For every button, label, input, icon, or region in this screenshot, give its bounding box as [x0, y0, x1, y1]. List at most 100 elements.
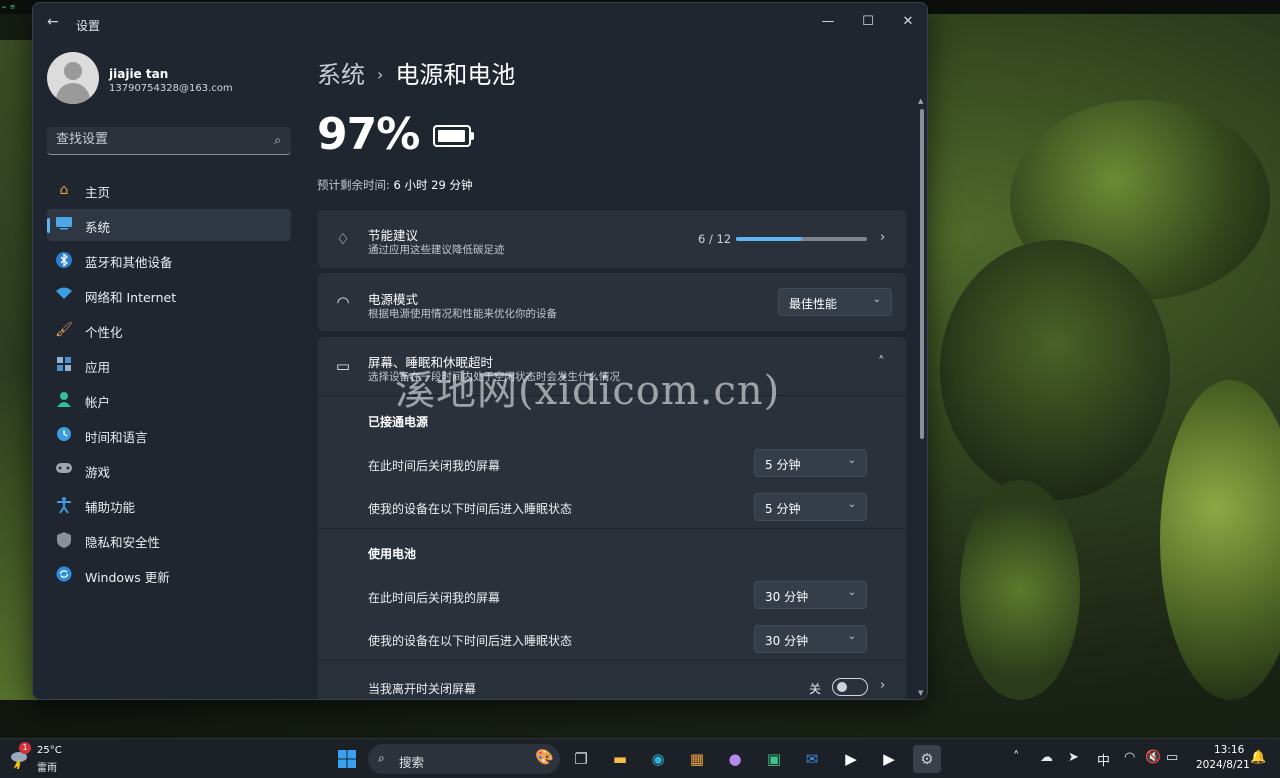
section-heading-on-battery: 使用电池	[368, 547, 417, 561]
wifi-icon[interactable]: ◠	[1124, 750, 1135, 765]
energy-recommendations-card[interactable]: ♢ 节能建议 通过应用这些建议降低碳足迹 6 / 12 ›	[318, 210, 906, 268]
battery-sleep-timeout-select[interactable]: 30 分钟 ⌄	[754, 625, 867, 653]
taskbar: 1 25°C 雷雨 ⌕ 搜索 🎨 ❐ ▬ ◉ ▦ ● ▣ ✉ ▶ ▶ ⚙ ˄ ☁…	[0, 738, 1280, 778]
title-bar: ← 设置 — ☐ ✕	[33, 3, 927, 43]
avatar-head-shape	[64, 62, 82, 80]
sidebar-item-home[interactable]: ⌂ 主页	[47, 174, 291, 206]
progress-bar	[736, 237, 867, 241]
screen-sleep-icon: ▭	[335, 357, 351, 375]
sidebar-item-label: 辅助功能	[85, 500, 136, 515]
chevron-down-icon: ⌄	[847, 455, 856, 466]
search-input[interactable]	[56, 132, 256, 147]
back-arrow-icon[interactable]: ←	[47, 14, 59, 30]
terminal-icon[interactable]: ▶	[837, 745, 865, 773]
wallpaper-rock	[940, 240, 1170, 500]
ime-indicator[interactable]: 中	[1097, 750, 1110, 769]
toggle-knob	[837, 682, 847, 692]
brush-icon: 🖌	[55, 322, 73, 338]
file-explorer-icon[interactable]: ▬	[606, 745, 634, 773]
sidebar-item-label: 帐户	[85, 395, 111, 410]
taskbar-search[interactable]: ⌕ 搜索 🎨	[368, 744, 560, 774]
wallpaper-rock	[960, 480, 1080, 700]
sidebar-item-label: 游戏	[85, 465, 111, 480]
onedrive-icon[interactable]: ☁	[1040, 750, 1053, 765]
sidebar-item-bluetooth[interactable]: 蓝牙和其他设备	[47, 244, 291, 276]
watermark: 溪地网(xidicom.cn)	[395, 368, 781, 414]
battery-level-fill	[438, 130, 465, 142]
clock-time[interactable]: 13:16	[1214, 744, 1244, 756]
power-mode-select[interactable]: 最佳性能 ⌄	[778, 288, 892, 316]
minimize-button[interactable]: —	[808, 9, 848, 35]
sidebar-item-personalization[interactable]: 🖌 个性化	[47, 314, 291, 346]
presence-label: 当我离开时关闭屏幕	[368, 682, 477, 696]
plugged-screen-timeout-select[interactable]: 5 分钟 ⌄	[754, 449, 867, 477]
weather-description: 雷雨	[37, 763, 57, 774]
sidebar-item-time-language[interactable]: 时间和语言	[47, 419, 291, 451]
leaf-icon: ♢	[336, 230, 350, 248]
scroll-thumb[interactable]	[920, 109, 924, 439]
battery-sleep-label: 使我的设备在以下时间后进入睡眠状态	[368, 634, 573, 648]
sidebar-item-system[interactable]: 系统	[47, 209, 291, 241]
notification-bell-icon[interactable]: 🔔	[1250, 750, 1266, 765]
outlook-icon[interactable]: ✉	[798, 745, 826, 773]
divider	[318, 660, 906, 661]
location-arrow-icon[interactable]: ➤	[1068, 750, 1079, 765]
sidebar-item-label: 隐私和安全性	[85, 535, 161, 550]
card-subtitle: 通过应用这些建议降低碳足迹	[368, 244, 505, 256]
apps-icon	[55, 356, 73, 374]
breadcrumb-separator-icon: ›	[377, 65, 384, 84]
chevron-right-icon: ›	[880, 230, 886, 245]
volume-muted-icon[interactable]: 🔇	[1145, 750, 1161, 765]
scroll-down-icon[interactable]: ▼	[918, 689, 923, 697]
sidebar-item-windows-update[interactable]: Windows 更新	[47, 559, 291, 591]
copilot-app-icon[interactable]: ●	[721, 745, 749, 773]
sidebar-item-network[interactable]: 网络和 Internet	[47, 279, 291, 311]
microsoft-store-icon[interactable]: ▦	[683, 745, 711, 773]
profile-email: 13790754328@163.com	[109, 83, 233, 94]
divider	[318, 528, 906, 529]
sidebar-item-label: 时间和语言	[85, 430, 148, 445]
edge-browser-icon[interactable]: ◉	[644, 745, 672, 773]
notification-badge: 1	[19, 742, 31, 754]
close-button[interactable]: ✕	[888, 9, 927, 35]
scrollbar[interactable]: ▲ ▼	[918, 97, 925, 697]
chevron-up-icon[interactable]: ˄	[878, 355, 885, 370]
presence-toggle[interactable]	[832, 678, 868, 696]
chevron-right-icon[interactable]: ›	[880, 678, 885, 693]
search-icon[interactable]: ⌕	[274, 133, 281, 148]
sidebar-item-apps[interactable]: 应用	[47, 349, 291, 381]
sidebar-item-label: 蓝牙和其他设备	[85, 255, 173, 270]
battery-screen-timeout-select[interactable]: 30 分钟 ⌄	[754, 581, 867, 609]
battery-icon[interactable]: ▭	[1166, 750, 1178, 765]
battery-icon	[433, 125, 471, 147]
chevron-down-icon: ⌄	[847, 499, 856, 510]
sidebar-item-gaming[interactable]: 游戏	[47, 454, 291, 486]
search-box[interactable]: ⌕	[47, 127, 291, 155]
maximize-button[interactable]: ☐	[848, 9, 888, 35]
update-icon	[55, 566, 73, 584]
terminal-icon-2[interactable]: ▶	[875, 745, 903, 773]
settings-app-icon[interactable]: ⚙	[913, 745, 941, 773]
selected-value: 5 分钟	[765, 458, 801, 472]
weather-temperature: 25°C	[37, 745, 62, 756]
chevron-down-icon: ⌄	[872, 294, 881, 305]
clock-date[interactable]: 2024/8/21	[1196, 759, 1250, 771]
avatar[interactable]	[47, 52, 99, 104]
task-view-icon[interactable]: ❐	[567, 745, 595, 773]
avatar-body-shape	[56, 83, 90, 104]
gamepad-icon	[55, 461, 73, 479]
chevron-up-icon[interactable]: ˄	[1013, 750, 1020, 765]
app-green-icon[interactable]: ▣	[760, 745, 788, 773]
scroll-up-icon[interactable]: ▲	[918, 97, 923, 105]
breadcrumb: 系统 › 电源和电池	[317, 55, 515, 90]
page-title: 电源和电池	[395, 61, 516, 89]
breadcrumb-parent[interactable]: 系统	[317, 61, 365, 89]
plugged-sleep-timeout-select[interactable]: 5 分钟 ⌄	[754, 493, 867, 521]
wallpaper-rock	[1160, 380, 1280, 700]
sidebar-item-accounts[interactable]: 帐户	[47, 384, 291, 416]
sidebar-item-privacy[interactable]: 隐私和安全性	[47, 524, 291, 556]
toggle-state-label: 关	[809, 682, 822, 696]
selected-value: 5 分钟	[765, 502, 801, 516]
start-button[interactable]	[333, 745, 361, 773]
sidebar-item-accessibility[interactable]: 辅助功能	[47, 489, 291, 521]
